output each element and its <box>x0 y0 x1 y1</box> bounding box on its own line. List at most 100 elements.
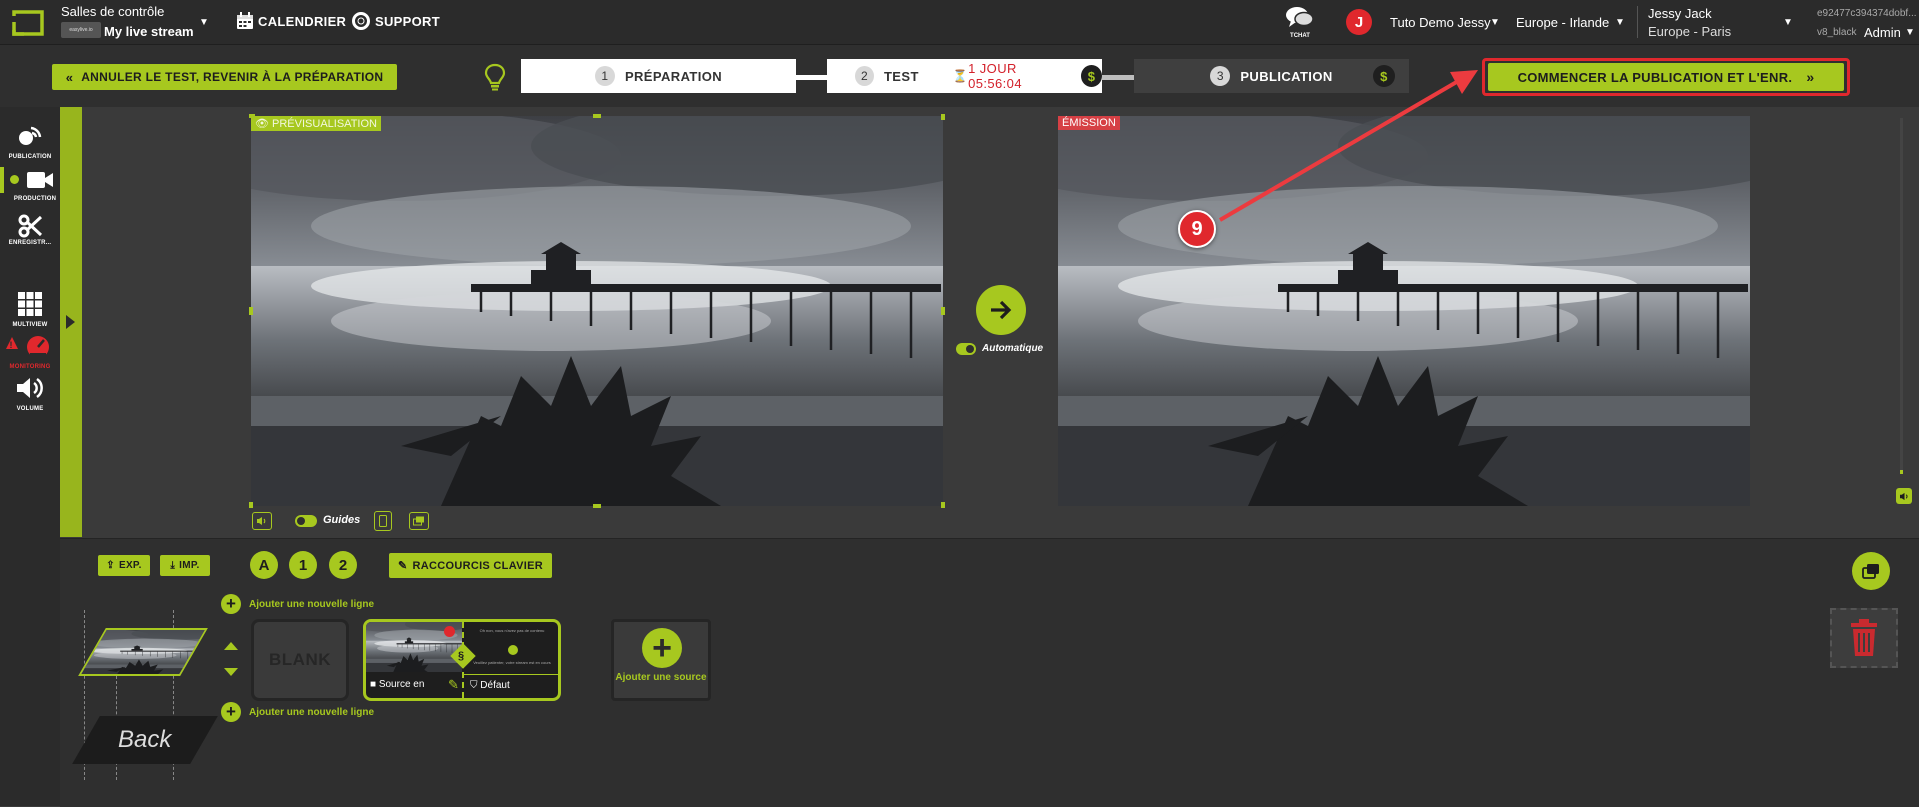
active-indicator <box>0 167 4 193</box>
chat-bubbles-icon <box>1286 7 1314 27</box>
keyboard-shortcuts-button[interactable]: ✎ RACCOURCIS CLAVIER <box>389 553 552 578</box>
sidebar-item-multiview[interactable]: MULTIVIEW <box>0 291 60 328</box>
cancel-test-button[interactable]: « ANNULER LE TEST, REVENIR À LA PRÉPARAT… <box>52 64 397 90</box>
region-dropdown-caret-icon[interactable]: ▼ <box>1615 17 1625 28</box>
default-preset[interactable]: ⛉ Défaut <box>470 680 510 691</box>
keyboard-shortcuts-label: RACCOURCIS CLAVIER <box>412 559 543 572</box>
step-number: 2 <box>855 66 874 86</box>
pencil-icon: ✎ <box>397 560 408 572</box>
version-label: v8_black <box>1817 27 1857 38</box>
layers-button[interactable] <box>409 512 429 530</box>
role-label: Admin <box>1864 25 1901 40</box>
edit-pencil-icon[interactable]: ✎ <box>448 677 459 693</box>
user-name[interactable]: Jessy Jack <box>1648 6 1712 21</box>
program-audio-button[interactable] <box>1896 488 1912 504</box>
add-source-label: Ajouter une source <box>615 672 707 683</box>
step-test[interactable]: 2 TEST ⏳ 1 JOUR 05:56:04 $ <box>827 59 1102 93</box>
svg-text:!: ! <box>10 340 13 350</box>
resize-handle[interactable] <box>249 114 255 118</box>
sidebar-item-volume[interactable]: VOLUME <box>0 375 60 412</box>
mobile-view-button[interactable] <box>374 511 392 531</box>
account-dropdown-caret-icon[interactable]: ▼ <box>1490 17 1500 28</box>
role-dropdown-caret-icon[interactable]: ▼ <box>1905 27 1915 38</box>
preview-audio-button[interactable] <box>252 512 272 530</box>
chat-button[interactable]: TCHAT <box>1284 6 1316 39</box>
add-line-top-icon[interactable]: + <box>221 594 241 614</box>
add-line-top-label[interactable]: Ajouter une nouvelle ligne <box>249 599 374 610</box>
calendar-link[interactable]: CALENDRIER <box>236 12 346 30</box>
resize-handle[interactable] <box>249 307 253 315</box>
resize-handle[interactable] <box>941 307 945 315</box>
trash-icon <box>1851 619 1877 656</box>
start-publication-button[interactable]: COMMENCER LA PUBLICATION ET L'ENR. » <box>1488 63 1844 91</box>
blank-source[interactable]: BLANK <box>251 619 349 701</box>
brand-badge: easylive.io <box>61 22 101 38</box>
sidebar-item-label: MONITORING <box>9 364 51 370</box>
import-label: IMP. <box>179 560 200 571</box>
layer-2-button[interactable]: 2 <box>329 551 357 579</box>
sidebar-item-label: PUBLICATION <box>8 154 52 160</box>
sidebar-item-recordings[interactable]: ENREGISTR... <box>0 213 60 246</box>
stream-dropdown-caret-icon[interactable]: ▼ <box>199 17 209 28</box>
collapse-panel-strip[interactable] <box>60 107 82 537</box>
speaker-icon <box>257 517 266 525</box>
phone-icon <box>379 515 387 527</box>
chat-label: TCHAT <box>1290 33 1310 39</box>
resize-handle[interactable] <box>593 504 601 508</box>
speaker-icon <box>17 377 43 399</box>
control-rooms-label: Salles de contrôle <box>61 4 165 19</box>
add-line-bottom-icon[interactable]: + <box>221 702 241 722</box>
camera-icon: ■ <box>370 679 377 690</box>
copy-layout-button[interactable] <box>1852 552 1890 590</box>
eye-icon: 👁 <box>255 118 269 130</box>
step-preparation[interactable]: 1 PRÉPARATION <box>521 59 796 93</box>
volume-meter <box>1900 118 1903 474</box>
app-logo-icon[interactable] <box>10 8 46 38</box>
recording-dot <box>444 626 455 637</box>
guides-toggle[interactable] <box>295 515 317 527</box>
automatic-label: Automatique <box>982 343 1044 354</box>
add-source-button[interactable]: + Ajouter une source <box>611 619 711 701</box>
top-bar: Salles de contrôle easylive.io My live s… <box>0 0 1919 45</box>
copy-icon <box>1862 564 1879 579</box>
volume-level <box>1900 470 1903 474</box>
step-label: TEST <box>883 68 919 84</box>
account-avatar[interactable]: J <box>1346 9 1372 35</box>
lightbulb-icon[interactable] <box>484 63 506 91</box>
layer-a-button[interactable]: A <box>250 551 278 579</box>
source-card[interactable]: ■ Source en ✎ § Oh non, vous n'avez pas … <box>363 619 561 701</box>
stream-name[interactable]: My live stream <box>104 24 194 39</box>
step-number: 1 <box>594 66 615 86</box>
move-up-icon[interactable] <box>224 642 238 650</box>
program-tag: ÉMISSION <box>1058 116 1120 130</box>
user-dropdown-caret-icon[interactable]: ▼ <box>1783 17 1793 28</box>
region-selector[interactable]: Europe - Irlande <box>1516 15 1609 30</box>
step-connector <box>1100 75 1135 80</box>
expand-arrow-icon <box>66 315 75 329</box>
transition-button[interactable] <box>976 285 1026 335</box>
resize-handle[interactable] <box>593 114 601 118</box>
preview-tag-label: PRÉVISUALISATION <box>272 118 377 130</box>
account-name[interactable]: Tuto Demo Jessy <box>1390 15 1491 30</box>
support-link[interactable]: SUPPORT <box>352 12 440 30</box>
preview-panel[interactable]: 👁 PRÉVISUALISATION <box>249 114 945 508</box>
import-button[interactable]: ⤓ IMP. <box>160 555 210 576</box>
resize-handle[interactable] <box>249 502 253 508</box>
export-button[interactable]: ⇪ EXP. <box>98 555 150 576</box>
automatic-toggle[interactable] <box>956 343 976 355</box>
delete-dropzone[interactable] <box>1830 608 1898 668</box>
card-message: Oh non, vous n'avez pas de contenu <box>479 628 545 633</box>
support-label: SUPPORT <box>375 13 440 29</box>
layer-1-button[interactable]: 1 <box>289 551 317 579</box>
add-line-bottom-label[interactable]: Ajouter une nouvelle ligne <box>249 707 374 718</box>
double-chevron-right-icon: » <box>1806 69 1815 85</box>
resize-handle[interactable] <box>941 502 945 508</box>
source-preview[interactable]: ■ Source en ✎ <box>366 622 464 698</box>
sidebar-item-publication[interactable]: PUBLICATION <box>0 123 60 160</box>
resize-handle[interactable] <box>941 114 945 120</box>
download-icon: ⤓ <box>170 560 176 571</box>
move-down-icon[interactable] <box>224 668 238 676</box>
user-timezone: Europe - Paris <box>1648 24 1732 39</box>
sidebar-item-monitoring[interactable]: ! MONITORING <box>0 333 60 370</box>
lifebuoy-icon <box>352 12 370 30</box>
